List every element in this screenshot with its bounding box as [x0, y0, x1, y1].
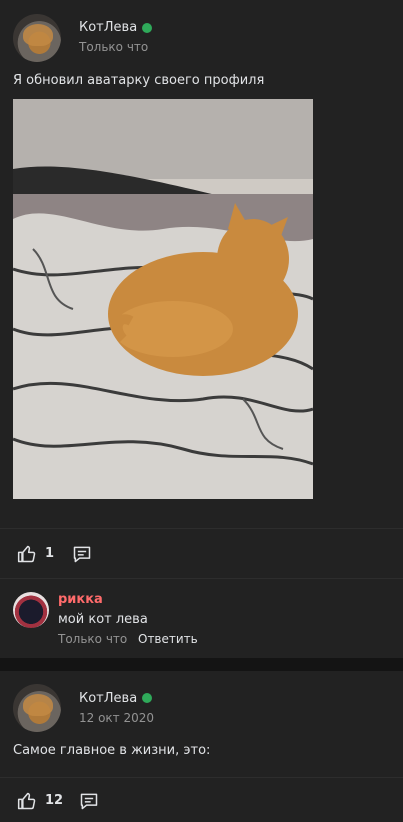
post-time[interactable]: Только что [79, 40, 148, 54]
post-time[interactable]: 12 окт 2020 [79, 711, 154, 725]
reply-button[interactable]: Ответить [138, 632, 198, 646]
post-text: Самое главное в жизни, это: [13, 743, 211, 758]
online-indicator [142, 23, 152, 33]
post-card: КотЛева Только что Я обновил аватарку св… [0, 0, 403, 658]
like-button[interactable] [17, 791, 37, 811]
comment-button[interactable] [71, 544, 93, 564]
like-button[interactable] [17, 544, 37, 564]
like-count: 12 [45, 793, 64, 808]
divider [0, 777, 403, 778]
comment-text: мой кот лева [58, 612, 148, 627]
author-avatar[interactable] [13, 684, 61, 732]
like-count: 1 [45, 546, 55, 561]
post-photo[interactable] [13, 99, 313, 499]
comment-icon [80, 793, 98, 810]
comment-author-avatar[interactable] [13, 592, 49, 628]
post-text: Я обновил аватарку своего профиля [13, 73, 265, 88]
comment-author-name[interactable]: рикка [58, 592, 103, 607]
like-icon [17, 545, 36, 563]
online-indicator [142, 693, 152, 703]
author-name[interactable]: КотЛева [79, 691, 137, 706]
author-name[interactable]: КотЛева [79, 20, 137, 35]
divider [0, 528, 403, 529]
comment-time[interactable]: Только что [58, 632, 127, 646]
comment-icon [73, 546, 91, 563]
post-card: КотЛева 12 окт 2020 Самое главное в жизн… [0, 671, 403, 822]
like-icon [17, 792, 36, 810]
cat-photo-image [13, 99, 313, 499]
author-avatar[interactable] [13, 14, 61, 62]
divider [0, 578, 403, 579]
comment-button[interactable] [78, 791, 100, 811]
